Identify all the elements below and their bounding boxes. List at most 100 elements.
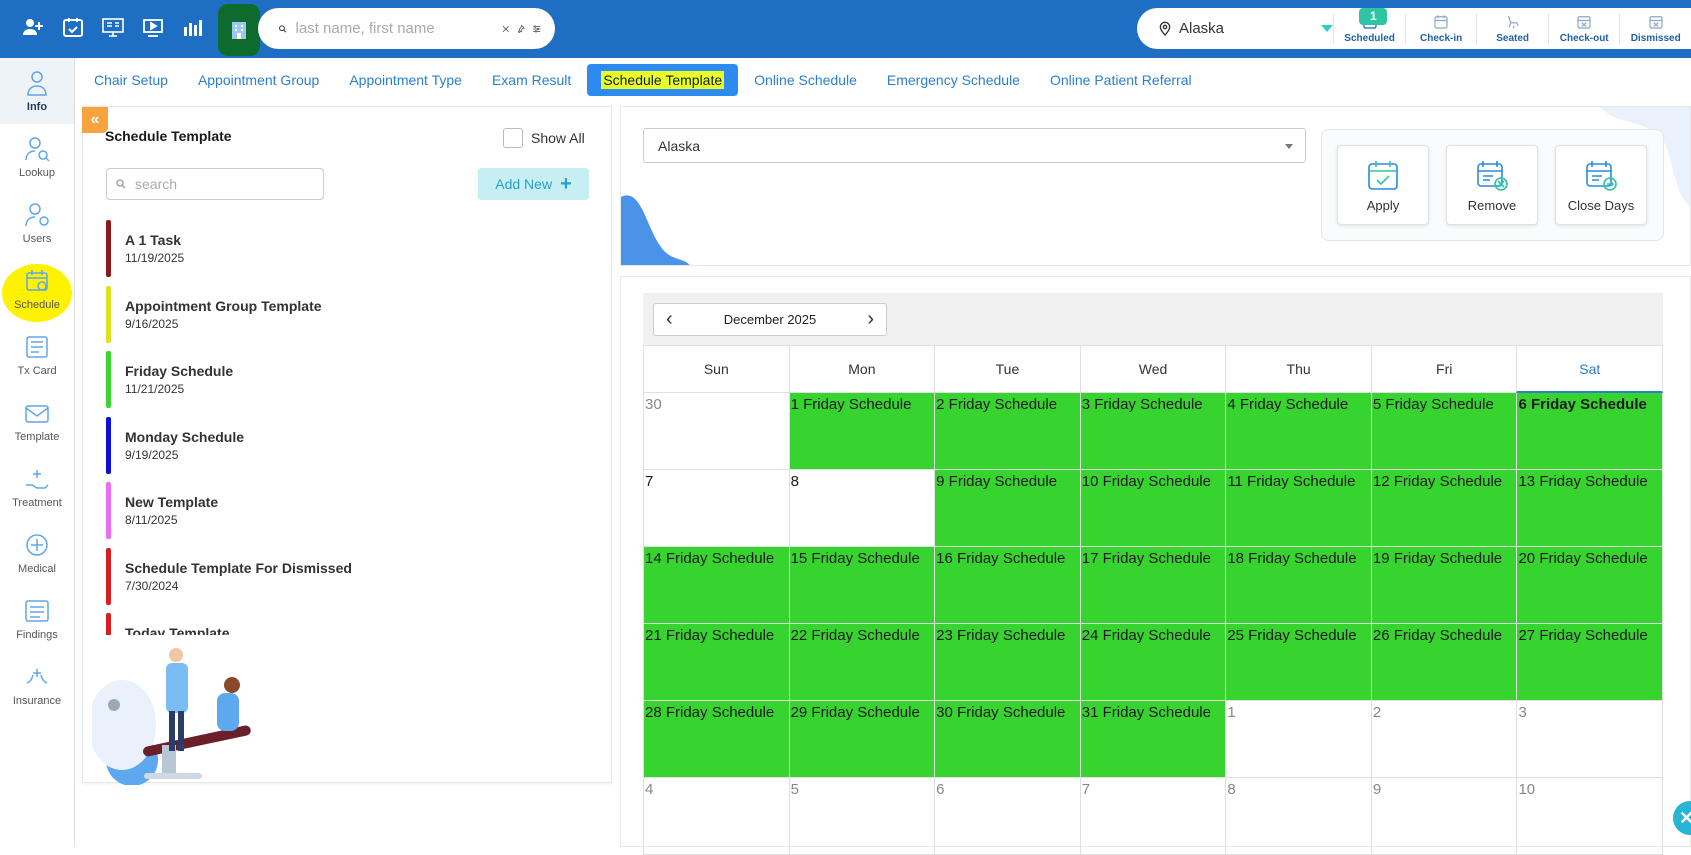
calendar-day-cell[interactable]: 30 [643,393,789,470]
tab-chair-setup[interactable]: Chair Setup [80,64,182,96]
nav-item-lookup[interactable]: Lookup [0,124,74,190]
nav-item-template[interactable]: Template [0,388,74,454]
clear-icon[interactable] [501,20,511,38]
calendar-day-cell[interactable]: 4 [643,778,789,855]
prev-month-button[interactable]: ‹ [666,308,673,331]
calendar-day-cell[interactable]: 2 [1370,701,1517,778]
calendar-day-cell[interactable]: 5 [788,778,935,855]
template-list-item[interactable]: Today Template [106,613,586,635]
calendar-day-cell[interactable]: 8 [1225,778,1371,855]
add-new-button[interactable]: Add New + [478,168,589,200]
calendar-day-cell[interactable]: 4 Friday Schedule [1225,393,1371,470]
template-list-item[interactable]: Appointment Group Template 9/16/2025 [106,285,586,352]
template-color-bar [106,547,111,605]
show-all-toggle[interactable]: Show All [503,128,585,148]
nav-item-info[interactable]: Info [0,58,74,124]
calendar-day-cell[interactable]: 9 [1370,778,1517,855]
calendar-day-cell[interactable]: 30 Friday Schedule [934,701,1080,778]
calendar-day-cell[interactable]: 18 Friday Schedule [1225,547,1371,624]
monitor-icon[interactable] [98,12,128,42]
pin-icon[interactable] [516,20,526,38]
calendar-day-cell[interactable]: 10 [1516,778,1664,855]
calendar-day-cell[interactable]: 31 Friday Schedule [1079,701,1226,778]
calendar-day-cell[interactable]: 8 [788,470,935,547]
calendar-day-cell[interactable]: 10 Friday Schedule [1079,470,1226,547]
template-name: New Template [125,494,219,510]
decorative-blob [621,195,690,265]
calendar-day-cell[interactable]: 3 [1516,701,1664,778]
calendar-day-cell[interactable]: 21 Friday Schedule [643,624,789,701]
template-search-input[interactable] [135,176,305,192]
nav-item-findings[interactable]: Findings [0,586,74,652]
template-list-item[interactable]: A 1 Task 11/19/2025 [106,220,586,286]
patient-search-input[interactable] [295,20,495,37]
calendar-day-cell[interactable]: 17 Friday Schedule [1079,547,1226,624]
calendar-day-cell[interactable]: 25 Friday Schedule [1225,624,1371,701]
status-seated[interactable]: Seated [1476,13,1548,44]
nav-item-treatment[interactable]: Treatment [0,454,74,520]
calendar-day-cell[interactable]: 16 Friday Schedule [934,547,1080,624]
tab-exam-result[interactable]: Exam Result [478,64,585,96]
add-patient-icon[interactable] [18,12,48,42]
calendar-day-cell[interactable]: 11 Friday Schedule [1225,470,1371,547]
tab-schedule-template[interactable]: Schedule Template [587,64,739,96]
tab-online-schedule[interactable]: Online Schedule [740,64,871,96]
nav-item-medical[interactable]: Medical [0,520,74,586]
location-select[interactable]: Alaska [643,128,1306,163]
calendar-check-icon[interactable] [58,12,88,42]
nav-item-insurance[interactable]: Insurance [0,652,74,718]
calendar-day-cell[interactable]: 14 Friday Schedule [643,547,789,624]
calendar-day-cell[interactable]: 1 [1225,701,1371,778]
calendar-day-cell[interactable]: 1 Friday Schedule [788,393,935,470]
bar-chart-icon[interactable] [178,12,208,42]
location-selector[interactable]: Alaska [1137,20,1334,37]
video-icon[interactable] [138,12,168,42]
calendar-day-cell[interactable]: 7 [1079,778,1226,855]
status-dismissed[interactable]: Dismissed [1619,13,1691,44]
calendar-day-cell[interactable]: 3 Friday Schedule [1079,393,1226,470]
calendar-day-cell[interactable]: 6 Friday Schedule [1516,393,1664,470]
calendar-day-cell[interactable]: 26 Friday Schedule [1370,624,1517,701]
calendar-day-cell[interactable]: 13 Friday Schedule [1516,470,1664,547]
calendar-day-cell[interactable]: 19 Friday Schedule [1370,547,1517,624]
calendar-day-cell[interactable]: 24 Friday Schedule [1079,624,1226,701]
status-check-out[interactable]: Check-out [1547,13,1620,44]
calendar-day-cell[interactable]: 22 Friday Schedule [788,624,935,701]
calendar-day-cell[interactable]: 2 Friday Schedule [934,393,1080,470]
calendar-day-cell[interactable]: 9 Friday Schedule [934,470,1080,547]
nav-item-schedule[interactable]: Schedule [0,256,74,322]
status-label: Check-out [1559,33,1609,44]
tab-appointment-type[interactable]: Appointment Type [335,64,476,96]
status-label: Check-in [1420,33,1463,44]
apply-button[interactable]: Apply [1337,145,1429,225]
calendar-day-cell[interactable]: 29 Friday Schedule [788,701,935,778]
chevron-down-icon[interactable] [1321,25,1334,32]
remove-button[interactable]: Remove [1446,145,1538,225]
template-list-item[interactable]: Friday Schedule 11/21/2025 [106,351,586,417]
calendar-day-cell[interactable]: 15 Friday Schedule [788,547,935,624]
building-icon[interactable] [218,4,260,56]
calendar-day-cell[interactable]: 20 Friday Schedule [1516,547,1664,624]
calendar-day-cell[interactable]: 23 Friday Schedule [934,624,1080,701]
tab-emergency-schedule[interactable]: Emergency Schedule [873,64,1034,96]
nav-item-tx-card[interactable]: Tx Card [0,322,74,388]
template-list-item[interactable]: New Template 8/11/2025 [106,482,586,548]
filter-sliders-icon[interactable] [532,20,542,38]
calendar-day-cell[interactable]: 7 [643,470,789,547]
status-scheduled[interactable]: 1 Scheduled [1333,8,1405,44]
tab-appointment-group[interactable]: Appointment Group [184,64,333,96]
calendar-day-cell[interactable]: 28 Friday Schedule [643,701,789,778]
next-month-button[interactable]: › [867,308,874,331]
status-check-in[interactable]: Check-in [1404,13,1477,44]
calendar-day-cell[interactable]: 12 Friday Schedule [1370,470,1517,547]
template-list-item[interactable]: Schedule Template For Dismissed 7/30/2024 [106,547,586,614]
template-list-item[interactable]: Monday Schedule 9/19/2025 [106,416,586,483]
calendar-day-cell[interactable]: 5 Friday Schedule [1370,393,1517,470]
tab-online-patient-referral[interactable]: Online Patient Referral [1036,64,1206,96]
nav-item-users[interactable]: Users [0,190,74,256]
calendar-day-cell[interactable]: 27 Friday Schedule [1516,624,1664,701]
calendar-day-cell[interactable]: 6 [934,778,1080,855]
close-days-button[interactable]: Close Days [1555,145,1647,225]
template-text: New Template 8/11/2025 [125,482,218,548]
show-all-checkbox[interactable] [503,128,523,148]
